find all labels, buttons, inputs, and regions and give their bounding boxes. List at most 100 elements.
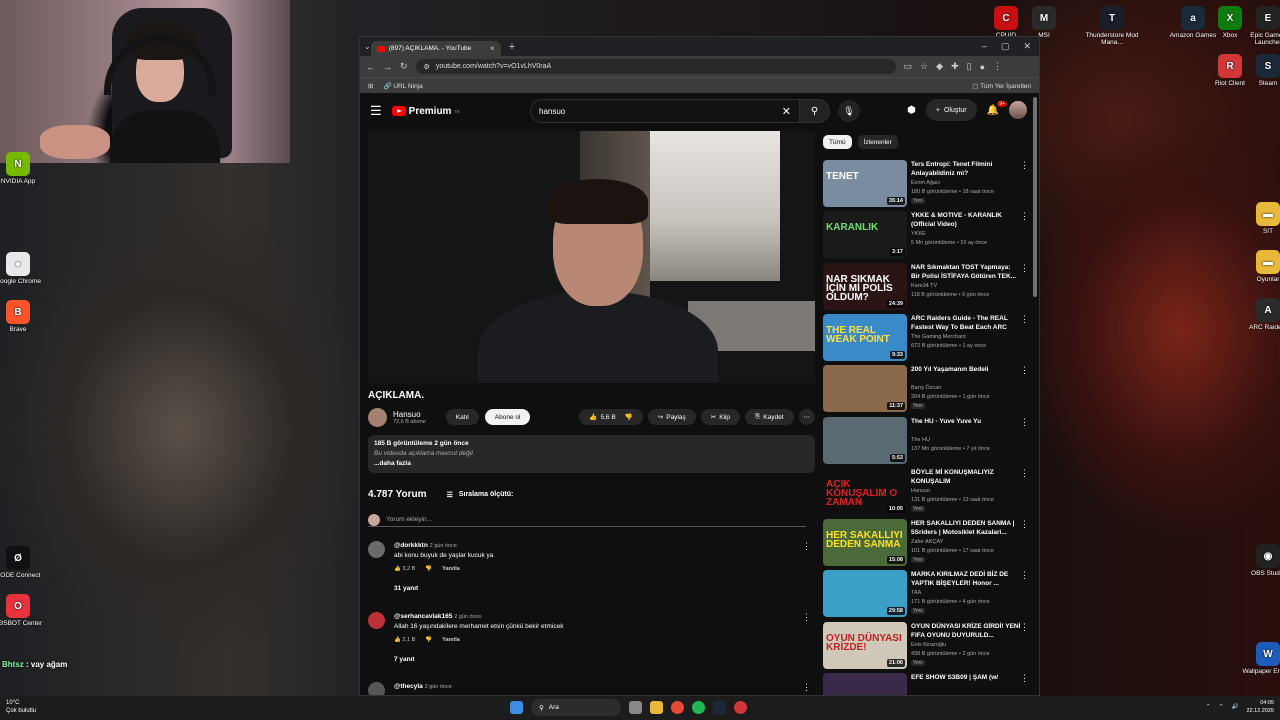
back-icon[interactable]: ← <box>366 62 375 72</box>
desktop-icon[interactable]: Ø RODE Connect <box>0 546 46 579</box>
comment-author[interactable]: @dorkkktn <box>394 542 428 549</box>
voice-search-icon[interactable]: 🎙 <box>838 100 860 122</box>
upload-icon[interactable]: ⬢ <box>907 105 916 116</box>
desktop-icon[interactable]: N NVIDIA App <box>0 152 46 185</box>
video-menu-icon[interactable]: ⋮ <box>1020 417 1029 428</box>
video-menu-icon[interactable]: ⋮ <box>1020 519 1029 530</box>
start-icon[interactable] <box>510 701 523 714</box>
weather-widget[interactable]: 10°C Çok bulutlu <box>6 699 36 715</box>
desktop-icon[interactable]: O OBSBOT Center <box>0 594 46 627</box>
join-button[interactable]: Katıl <box>445 409 479 425</box>
sort-button[interactable]: ☰ Sıralama ölçütü: <box>447 491 514 499</box>
commenter-avatar[interactable] <box>368 682 385 695</box>
video-title[interactable]: 200 Yıl Yaşamanın Bedeli <box>911 365 1021 374</box>
commenter-avatar[interactable] <box>368 541 385 558</box>
create-button[interactable]: + Oluştur <box>925 99 977 121</box>
video-channel[interactable]: Barış Özcan <box>911 385 941 391</box>
video-thumbnail[interactable]: 11:37 <box>823 365 907 413</box>
wifi-icon[interactable]: ⌔ <box>1218 703 1223 711</box>
dislike-icon[interactable]: 👎 <box>625 413 633 421</box>
recommended-video[interactable]: 11:37 200 Yıl Yaşamanın Bedeli Barış Özcan… <box>823 365 1033 413</box>
spotify-icon[interactable] <box>692 701 705 714</box>
chip-all[interactable]: Tümü <box>823 135 852 149</box>
desktop-icon[interactable]: ▬ SIT <box>1240 202 1280 235</box>
comment-author[interactable]: @serhancavlak165 <box>394 613 452 620</box>
video-channel[interactable]: Evrim Ağacı <box>911 180 940 186</box>
all-bookmarks[interactable]: ▢ Tüm Yer İşaretleri <box>972 82 1031 90</box>
video-menu-icon[interactable]: ⋮ <box>1020 673 1029 684</box>
video-menu-icon[interactable]: ⋮ <box>1020 160 1029 171</box>
replies-toggle[interactable]: 31 yanıt <box>394 584 794 594</box>
recommended-video[interactable]: TENET 35:14 Ters Entropi: Tenet Filmini An… <box>823 160 1033 207</box>
video-title[interactable]: YKKE & MOTIVE - KARANLIK (Official Video… <box>911 211 1021 229</box>
video-title[interactable]: ARC Raiders Guide - The REAL Fastest Way… <box>911 314 1021 332</box>
video-title[interactable]: EFE SHOW S3B09 | ŞAM (w/ <box>911 673 1021 682</box>
comment-menu-icon[interactable]: ⋮ <box>802 541 811 552</box>
desktop-icon[interactable]: B Brave <box>0 300 46 333</box>
new-tab-icon[interactable]: + <box>509 41 515 53</box>
reply-button[interactable]: Yanıtla <box>442 564 460 574</box>
video-channel[interactable]: Hansuo <box>911 488 930 494</box>
video-channel[interactable]: Enis Kirazoğlu <box>911 642 946 648</box>
commenter-avatar[interactable] <box>368 612 385 629</box>
url-field[interactable]: ⚙ youtube.com/watch?v=vO1vLhV0raA <box>415 59 896 74</box>
desktop-icon[interactable]: W Wallpaper Engine <box>1240 642 1280 675</box>
video-title[interactable]: Ters Entropi: Tenet Filmini Anlayabildin… <box>911 160 1021 178</box>
video-title[interactable]: OYUN DÜNYASI KRİZE GİRDİ! YENİ FIFA OYUN… <box>911 622 1021 640</box>
recommended-video[interactable]: THE REAL WEAK POINT 9:33 ARC Raiders Guide… <box>823 313 1033 361</box>
recommended-video[interactable]: AÇIK KONUŞALIM O ZAMAN 10:05 BÖYLE Mİ KONU… <box>823 467 1033 515</box>
recommended-video[interactable]: OYUN DÜNYASI KRİZDE! 21:06 OYUN DÜNYASI KR… <box>823 621 1033 669</box>
recommended-video[interactable]: 5:53 The HU - Yuve Yuve Yu The HU 137 Mn gö… <box>823 416 1033 464</box>
account-avatar[interactable] <box>1009 101 1027 119</box>
desktop-icon[interactable]: ◉ OBS Studio <box>1240 544 1280 577</box>
save-button[interactable]: ⎘ Kaydet <box>745 409 794 425</box>
video-menu-icon[interactable]: ⋮ <box>1020 211 1029 222</box>
recommended-video[interactable]: HER SAKALLIYI DEDEN SANMA 15:08 HER SAKALL… <box>823 519 1033 567</box>
notifications-icon[interactable]: 🔔 9+ <box>987 100 1007 116</box>
video-thumbnail[interactable]: AÇIK KONUŞALIM O ZAMAN 10:05 <box>823 467 907 515</box>
video-menu-icon[interactable]: ⋮ <box>1020 314 1029 325</box>
menu-icon[interactable]: ⋮ <box>993 61 1002 72</box>
share-button[interactable]: ↪ Paylaş <box>647 409 696 425</box>
task-view-icon[interactable] <box>629 701 642 714</box>
browser-tab[interactable]: (897) AÇIKLAMA. - YouTube × <box>370 41 501 56</box>
video-thumbnail[interactable]: 29:58 <box>823 570 907 618</box>
comment-menu-icon[interactable]: ⋮ <box>802 612 811 623</box>
video-channel[interactable]: The Gaming Merchant <box>911 334 966 340</box>
site-info-icon[interactable]: ⚙ <box>424 63 430 71</box>
file-explorer-icon[interactable] <box>650 701 663 714</box>
desktop-icon[interactable]: A ARC Raiders <box>1240 298 1280 331</box>
video-title[interactable]: The HU - Yuve Yuve Yu <box>911 417 1021 426</box>
video-thumbnail[interactable]: HER SAKALLIYI DEDEN SANMA 15:08 <box>823 519 907 567</box>
page-scrollbar[interactable] <box>1033 97 1037 297</box>
video-thumbnail[interactable]: TENET 35:14 <box>823 160 907 207</box>
video-thumbnail[interactable]: NAR SIKMAK İÇİN Mİ POLİS OLDUM? 24:39 <box>823 262 907 310</box>
maximize-icon[interactable]: ▢ <box>1001 41 1010 52</box>
volume-icon[interactable]: 🔊 <box>1232 703 1239 711</box>
video-channel[interactable]: The HU <box>911 437 930 443</box>
video-channel[interactable]: YKKE <box>911 231 926 237</box>
clear-search-icon[interactable]: ✕ <box>782 105 791 118</box>
desktop-icon[interactable]: S Steam <box>1240 54 1280 87</box>
tab-search-icon[interactable]: ⌄ <box>364 42 371 51</box>
video-menu-icon[interactable]: ⋮ <box>1020 263 1029 274</box>
forward-icon[interactable]: → <box>383 62 392 72</box>
more-actions-icon[interactable]: ⋯ <box>798 409 815 425</box>
reply-button[interactable]: Yanıtla <box>442 635 460 645</box>
obs-icon[interactable] <box>734 701 747 714</box>
video-channel[interactable]: Kare34 TV <box>911 283 937 289</box>
video-channel[interactable]: Zafer AKÇAY <box>911 539 943 545</box>
reload-icon[interactable]: ↻ <box>400 61 408 72</box>
video-menu-icon[interactable]: ⋮ <box>1020 468 1029 479</box>
desktop-icon[interactable]: E Epic Games Launcher <box>1240 6 1280 46</box>
bookmark-star-icon[interactable]: ☆ <box>920 61 928 72</box>
video-thumbnail[interactable] <box>823 673 907 695</box>
desc-more-link[interactable]: ...daha fazla <box>374 459 809 469</box>
comment-like-button[interactable]: 👍 3,2 B <box>394 564 415 574</box>
subscribe-button[interactable]: Abone ol <box>484 409 531 425</box>
desktop-icon[interactable]: ▬ Oyunlar <box>1240 250 1280 283</box>
recommended-video[interactable]: 29:58 MARKA KIRILMAZ DEDİ BİZ DE YAPTIK B… <box>823 570 1033 618</box>
desktop-icon[interactable]: ● Google Chrome <box>0 252 46 285</box>
description-box[interactable]: 185 B görüntüleme 2 gün önce Bu videoda … <box>368 435 815 473</box>
recommended-video[interactable]: NAR SIKMAK İÇİN Mİ POLİS OLDUM? 24:39 NAR … <box>823 262 1033 310</box>
